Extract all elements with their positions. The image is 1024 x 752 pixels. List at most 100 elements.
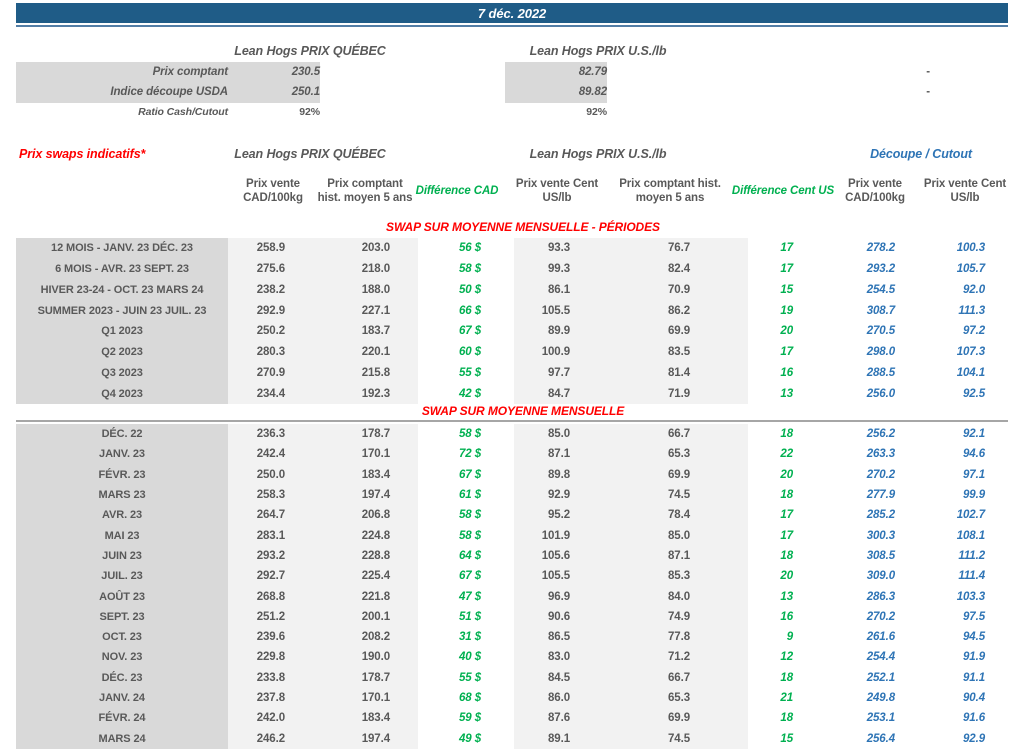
cell-c3: 40 $: [459, 651, 481, 664]
swaps-title: Prix swaps indicatifs*: [19, 147, 146, 161]
cell-c1: 292.9: [256, 304, 285, 317]
cell-c3: 31 $: [459, 631, 481, 644]
cell-c3: 72 $: [459, 448, 481, 461]
cell-c2: 208.2: [361, 631, 390, 644]
report-date-banner: 7 déc. 2022: [16, 3, 1008, 23]
cell-c7: 270.2: [866, 468, 895, 481]
cell-c4: 84.5: [548, 671, 570, 684]
table-row: Q1 2023 250.2 183.7 67 $89.9 69.9 20 270.5 97.2: [0, 321, 1024, 342]
cell-c3: 50 $: [459, 283, 481, 296]
cell-c7: 256.4: [866, 732, 895, 745]
cell-c1: 251.2: [256, 610, 285, 623]
cell-c8: 94.5: [963, 631, 985, 644]
cell-c6: 22: [780, 448, 793, 461]
cell-c4: 84.7: [548, 387, 570, 400]
summary-cutout-value: -: [926, 66, 930, 78]
cell-c8: 97.2: [963, 325, 985, 338]
cell-c8: 100.3: [956, 242, 985, 255]
cell-c7: 261.6: [866, 631, 895, 644]
summary-us-value: 82.79: [578, 66, 607, 78]
cell-c8: 91.6: [963, 712, 985, 725]
cell-c1: 275.6: [256, 263, 285, 276]
cell-c1: 242.0: [256, 712, 285, 725]
cell-c8: 105.7: [956, 263, 985, 276]
cell-c5: 82.4: [668, 263, 690, 276]
column-header-prix-vente-us: Prix vente Cent US/lb: [515, 178, 599, 204]
summary-row-ratio: Ratio Cash/Cutout 92% 92%: [0, 103, 1024, 120]
cell-c6: 18: [780, 549, 793, 562]
cell-c3: 64 $: [459, 549, 481, 562]
cell-c8: 92.0: [963, 283, 985, 296]
cell-c4: 86.0: [548, 692, 570, 704]
cell-c5: 70.9: [668, 283, 690, 296]
cell-c4: 87.1: [548, 448, 570, 461]
summary-quebec-value: 92%: [299, 105, 320, 118]
summary-us-value: 89.82: [578, 86, 607, 98]
section-divider: [16, 420, 1008, 422]
cell-c1: 239.6: [256, 631, 285, 644]
cell-c5: 74.5: [668, 732, 690, 745]
summary-row-label: Ratio Cash/Cutout: [138, 105, 228, 118]
cell-c6: 17: [780, 529, 793, 542]
cell-c7: 300.3: [866, 529, 895, 542]
cell-c2: 220.1: [361, 346, 390, 359]
cell-c7: 263.3: [866, 448, 895, 461]
cell-c6: 15: [780, 732, 793, 745]
cell-c4: 86.1: [548, 283, 570, 296]
summary-us-value: 92%: [586, 105, 607, 118]
cell-c7: 270.2: [866, 610, 895, 623]
cell-c4: 97.7: [548, 366, 570, 379]
table-row: JANV. 23 242.4 170.1 72 $87.1 65.3 22 263.3 94.…: [0, 444, 1024, 464]
table-row: OCT. 23 239.6 208.2 31 $86.5 77.8 9 261.6 94.5: [0, 627, 1024, 647]
cell-c8: 108.1: [956, 529, 985, 542]
cell-c2: 200.1: [361, 610, 390, 623]
cell-c3: 56 $: [459, 242, 481, 255]
cell-c6: 20: [780, 468, 793, 481]
cell-c5: 85.0: [668, 529, 690, 542]
cell-c2: 228.8: [361, 549, 390, 562]
cell-c8: 107.3: [956, 346, 985, 359]
cell-c2: 215.8: [361, 366, 390, 379]
hog-price-report: 7 déc. 2022 Lean Hogs PRIX QUÉBEC Lean H…: [0, 0, 1024, 752]
cell-c2: 178.7: [361, 428, 390, 441]
cell-c8: 104.1: [956, 366, 985, 379]
summary-row-label: Prix comptant: [152, 66, 228, 78]
cell-c7: 308.7: [866, 304, 895, 317]
cell-c4: 96.9: [548, 590, 570, 603]
cell-c2: 197.4: [361, 732, 390, 745]
cell-c5: 71.9: [668, 387, 690, 400]
table-row: DÉC. 23 233.8 178.7 55 $84.5 66.7 18 252.1 91.1: [0, 668, 1024, 688]
table-row: Q2 2023 280.3 220.1 60 $100.9 83.5 17 298.0 107…: [0, 342, 1024, 363]
cell-c7: 254.4: [866, 651, 895, 664]
cell-c8: 92.9: [963, 732, 985, 745]
cell-c2: 190.0: [361, 651, 390, 664]
cell-c2: 197.4: [361, 489, 390, 502]
cell-c4: 105.6: [541, 549, 570, 562]
cell-c6: 21: [780, 692, 793, 704]
summary-row-cash: Prix comptant 230.5 82.79 -: [0, 62, 1024, 82]
cell-c6: 9: [786, 631, 793, 644]
cell-c4: 99.3: [548, 263, 570, 276]
cell-c3: 67 $: [459, 468, 481, 481]
table-row: FÉVR. 24 242.0 183.4 59 $87.6 69.9 18 253.1 91.…: [0, 708, 1024, 728]
cell-c6: 17: [780, 242, 793, 255]
banner-underline: [16, 25, 1008, 27]
cell-c2: 203.0: [361, 242, 390, 255]
table-row: Q4 2023 234.4 192.3 42 $84.7 71.9 13 256.0 92.5: [0, 383, 1024, 404]
table-row: HIVER 23-24 - OCT. 23 MARS 24 238.2 188.0 5…: [0, 280, 1024, 301]
cell-c5: 81.4: [668, 366, 690, 379]
table-row: FÉVR. 23 250.0 183.4 67 $89.8 69.9 20 270.2 97.…: [0, 465, 1024, 485]
cell-c2: 183.4: [361, 468, 390, 481]
summary-row-cutout-index: Indice découpe USDA 250.1 89.82 -: [0, 82, 1024, 102]
cell-c3: 58 $: [459, 509, 481, 522]
table-row: MARS 24 246.2 197.4 49 $89.1 74.5 15 256.4 92.9: [0, 728, 1024, 748]
cell-c1: 292.7: [256, 570, 285, 583]
column-header-difference-cad: Différence CAD: [415, 185, 499, 198]
cell-c8: 97.1: [963, 468, 985, 481]
cell-c1: 229.8: [256, 651, 285, 664]
cell-c7: 256.0: [866, 387, 895, 400]
table-row: MARS 23 258.3 197.4 61 $92.9 74.5 18 277.9 99.9: [0, 485, 1024, 505]
cell-c4: 101.9: [541, 529, 570, 542]
cell-c6: 16: [780, 610, 793, 623]
cell-c4: 85.0: [548, 428, 570, 441]
